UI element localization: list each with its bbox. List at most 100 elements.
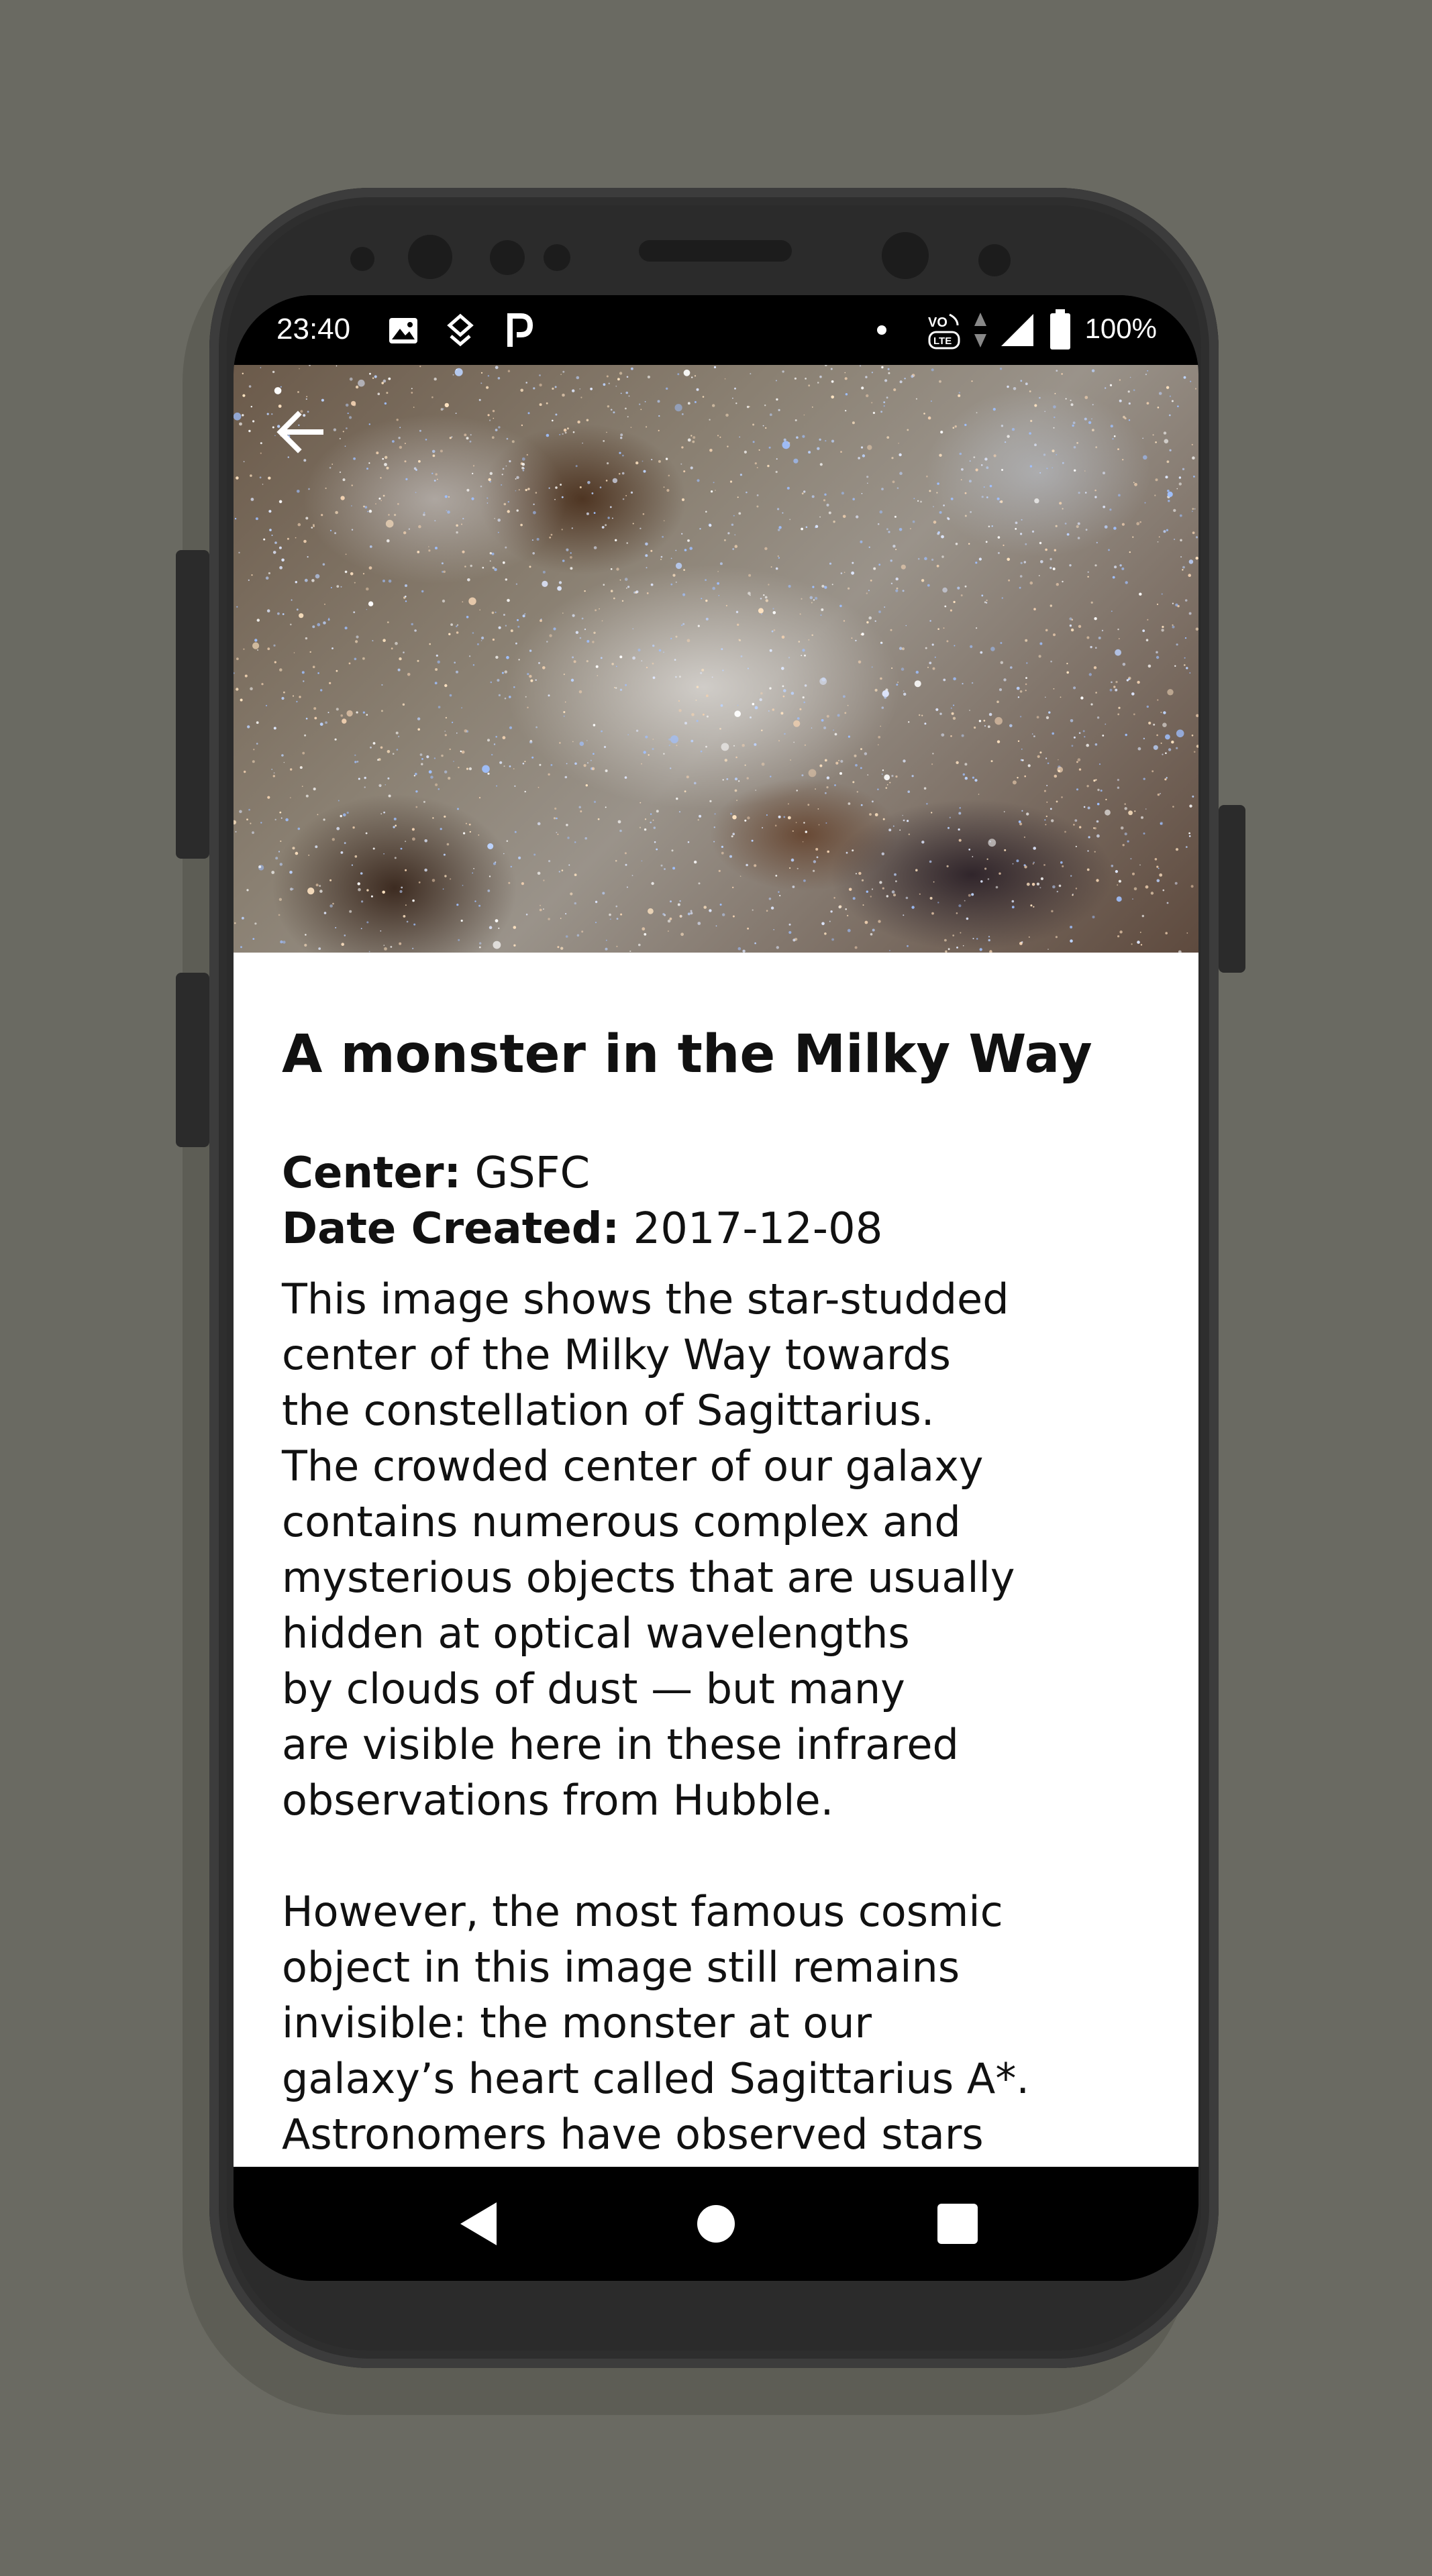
star — [413, 923, 416, 926]
star — [717, 571, 719, 572]
star — [978, 794, 980, 795]
star — [881, 366, 884, 369]
star — [734, 387, 736, 390]
star — [616, 945, 618, 947]
star — [1072, 894, 1074, 895]
star — [254, 922, 257, 925]
star — [1084, 417, 1087, 421]
star — [567, 837, 570, 839]
star — [668, 930, 669, 932]
star — [368, 423, 370, 425]
star — [487, 890, 491, 892]
star — [808, 384, 811, 387]
star — [1146, 402, 1149, 405]
star — [419, 366, 421, 368]
star — [663, 651, 664, 653]
star — [866, 476, 869, 478]
star — [699, 528, 701, 530]
star — [384, 402, 387, 405]
star — [388, 794, 391, 798]
star — [495, 611, 497, 613]
star — [748, 592, 751, 595]
star — [705, 579, 707, 581]
star — [554, 498, 556, 500]
star — [1102, 735, 1105, 737]
star — [646, 567, 648, 569]
star — [1029, 432, 1031, 435]
star — [349, 377, 353, 381]
star — [415, 492, 417, 494]
star — [240, 698, 243, 702]
star — [1196, 714, 1198, 718]
star — [915, 670, 919, 674]
star — [715, 925, 717, 927]
star — [739, 875, 741, 877]
star — [344, 445, 346, 447]
star — [693, 436, 696, 439]
earpiece-speaker — [639, 240, 792, 262]
star — [1052, 467, 1053, 469]
nav-back-button[interactable] — [450, 2195, 507, 2253]
star — [993, 454, 996, 458]
star — [1157, 407, 1160, 409]
star — [1053, 405, 1056, 409]
center-value: GSFC — [474, 1148, 591, 1198]
star — [886, 396, 888, 399]
star — [603, 584, 605, 586]
star — [530, 679, 533, 682]
star — [882, 690, 889, 698]
star — [1070, 939, 1073, 943]
star — [340, 496, 345, 500]
star — [499, 761, 503, 764]
star — [734, 534, 736, 536]
star — [435, 473, 438, 476]
star — [1031, 883, 1035, 886]
star — [368, 566, 372, 570]
star — [351, 864, 353, 866]
star — [691, 435, 693, 437]
nav-recents-button[interactable] — [929, 2195, 986, 2253]
star — [926, 475, 928, 478]
star — [1031, 530, 1035, 533]
star — [1160, 793, 1161, 794]
star — [891, 775, 894, 777]
star — [487, 414, 490, 417]
star — [884, 379, 888, 382]
star — [964, 492, 967, 494]
star — [776, 946, 779, 949]
star — [610, 409, 613, 411]
sensor-dot — [544, 244, 570, 271]
star — [478, 904, 481, 907]
star — [1188, 574, 1191, 577]
star — [449, 694, 452, 697]
star — [278, 898, 283, 901]
star — [274, 661, 276, 663]
nav-home-button[interactable] — [687, 2195, 745, 2253]
star — [975, 468, 978, 472]
back-button[interactable] — [274, 405, 341, 472]
star — [489, 472, 493, 475]
star — [507, 510, 510, 513]
star — [760, 692, 763, 695]
star — [593, 631, 596, 634]
star — [803, 701, 805, 704]
star — [1039, 751, 1042, 754]
star — [539, 374, 541, 376]
star — [680, 932, 684, 936]
star — [342, 431, 344, 433]
star — [440, 449, 443, 453]
star — [699, 814, 702, 818]
star — [1023, 561, 1027, 564]
star — [448, 496, 450, 498]
star — [952, 716, 956, 720]
star — [625, 391, 628, 394]
star — [279, 566, 283, 570]
star — [309, 651, 311, 653]
star — [260, 442, 262, 445]
star — [473, 868, 474, 869]
star — [305, 794, 309, 798]
star — [248, 385, 252, 388]
star — [775, 567, 778, 570]
star — [713, 826, 715, 828]
